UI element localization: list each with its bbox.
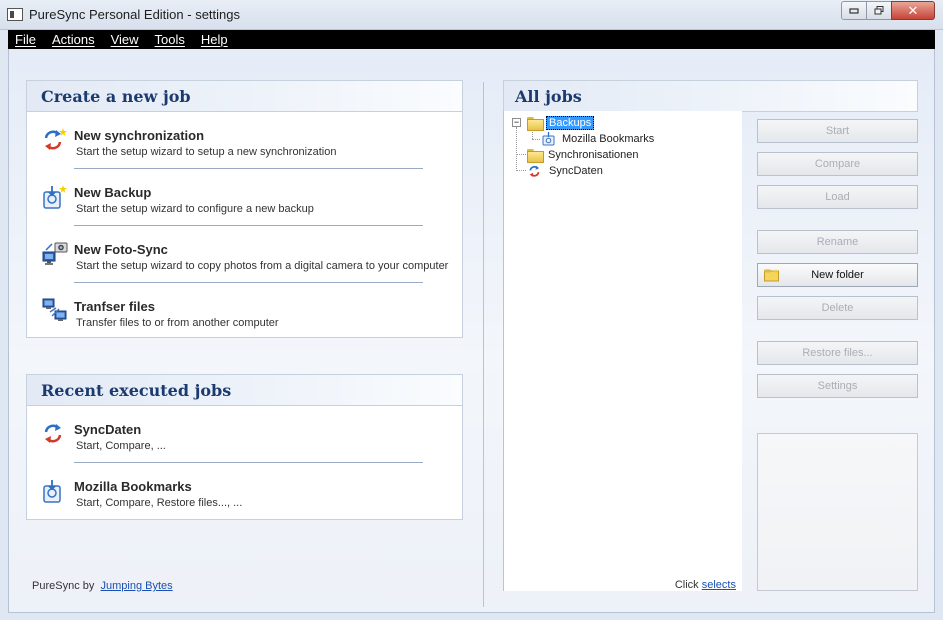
load-button[interactable]: Load: [757, 185, 918, 209]
backup-icon: [42, 478, 66, 504]
all-jobs-title: All jobs: [504, 81, 917, 112]
task-subtitle: Transfer files to or from another comput…: [76, 317, 279, 329]
jumping-bytes-link[interactable]: Jumping Bytes: [101, 580, 173, 592]
new-folder-icon: [764, 269, 780, 285]
restore-icon: [874, 6, 884, 15]
click-hint: Click selects: [675, 579, 736, 591]
title-bar: PureSync Personal Edition - settings ✕: [0, 0, 943, 30]
menu-bar: File Actions View Tools Help: [8, 30, 935, 49]
job-tree[interactable]: − Backups Mozilla Bookmarks Synchronisat…: [503, 111, 742, 591]
computers-icon: [42, 298, 67, 324]
hint-prefix: Click: [674, 579, 699, 591]
task-title: New Foto-Sync: [74, 242, 168, 257]
task-subtitle: Start the setup wizard to configure a ne…: [76, 203, 314, 215]
selects-link[interactable]: selects: [702, 579, 736, 591]
sync-icon: [529, 165, 540, 177]
tree-node-label: Backups: [546, 116, 595, 130]
close-icon: ✕: [907, 2, 919, 18]
recent-jobs-title: Recent executed jobs: [27, 375, 462, 406]
job-title: SyncDaten: [74, 422, 142, 437]
tree-connector: [516, 154, 526, 155]
menu-help[interactable]: Help: [193, 32, 236, 47]
menu-view[interactable]: View: [103, 32, 147, 47]
task-subtitle: Start the setup wizard to copy photos fr…: [76, 260, 449, 272]
start-button[interactable]: Start: [757, 119, 918, 143]
task-subtitle: Start the setup wizard to setup a new sy…: [76, 146, 337, 158]
tree-node-label: SyncDaten: [549, 165, 603, 177]
recent-jobs-panel: Recent executed jobs SyncDaten Start, Co…: [26, 374, 463, 520]
tree-node-backups[interactable]: Backups: [527, 115, 595, 131]
tree-connector: [516, 127, 517, 171]
tree-node-label: Mozilla Bookmarks: [562, 133, 655, 145]
vertical-divider: [483, 82, 484, 607]
tree-node-synchronisationen[interactable]: Synchronisationen: [527, 147, 641, 163]
minimize-icon: [849, 7, 859, 14]
task-new-foto-sync[interactable]: New Foto-Sync Start the setup wizard to …: [27, 226, 462, 282]
task-new-backup[interactable]: New Backup Start the setup wizard to con…: [27, 169, 462, 225]
footer-prefix: PureSync by: [32, 580, 95, 592]
folder-icon: [527, 149, 544, 163]
footer-credit: PureSync by Jumping Bytes: [32, 580, 173, 592]
job-actions: Start, Compare, Restore files..., ...: [76, 497, 243, 509]
folder-icon: [527, 117, 544, 131]
app-icon: [7, 8, 23, 21]
window-controls: ✕: [841, 1, 935, 20]
main-area: Create a new job New synchronization Sta…: [8, 49, 935, 613]
task-title: New Backup: [74, 185, 152, 200]
menu-file[interactable]: File: [8, 32, 44, 47]
task-new-sync[interactable]: New synchronization Start the setup wiza…: [27, 112, 462, 168]
tree-node-mozilla-bookmarks[interactable]: Mozilla Bookmarks: [542, 131, 656, 147]
info-box: [757, 433, 918, 591]
menu-actions[interactable]: Actions: [44, 32, 103, 47]
tree-node-syncdaten[interactable]: SyncDaten: [528, 163, 605, 179]
backup-icon: [542, 132, 555, 146]
rename-button[interactable]: Rename: [757, 230, 918, 254]
collapse-toggle[interactable]: −: [512, 118, 521, 127]
minimize-button[interactable]: [841, 1, 867, 20]
tree-connector: [516, 170, 526, 171]
tree-node-label: Synchronisationen: [548, 149, 639, 161]
sync-icon: [42, 421, 66, 447]
camera-icon: [42, 241, 68, 267]
tree-connector: [532, 139, 540, 140]
create-job-panel: Create a new job New synchronization Sta…: [26, 80, 463, 338]
recent-job-mozilla-bookmarks[interactable]: Mozilla Bookmarks Start, Compare, Restor…: [27, 463, 462, 519]
settings-button[interactable]: Settings: [757, 374, 918, 398]
all-jobs-panel: All jobs: [503, 80, 918, 112]
new-folder-label: New folder: [811, 269, 864, 281]
menu-tools[interactable]: Tools: [147, 32, 193, 47]
window-title: PureSync Personal Edition - settings: [29, 7, 240, 22]
restore-files-button[interactable]: Restore files...: [757, 341, 918, 365]
task-transfer-files[interactable]: Tranfser files Transfer files to or from…: [27, 283, 462, 339]
create-job-title: Create a new job: [27, 81, 462, 112]
tree-connector: [532, 130, 533, 139]
sync-new-icon: [42, 127, 67, 153]
compare-button[interactable]: Compare: [757, 152, 918, 176]
delete-button[interactable]: Delete: [757, 296, 918, 320]
close-button[interactable]: ✕: [891, 1, 935, 20]
backup-new-icon: [42, 184, 67, 210]
maximize-button[interactable]: [866, 1, 892, 20]
task-title: Tranfser files: [74, 299, 155, 314]
job-actions: Start, Compare, ...: [76, 440, 166, 452]
recent-job-syncdaten[interactable]: SyncDaten Start, Compare, ...: [27, 406, 462, 462]
job-title: Mozilla Bookmarks: [74, 479, 192, 494]
task-title: New synchronization: [74, 128, 205, 143]
new-folder-button[interactable]: New folder: [757, 263, 918, 287]
